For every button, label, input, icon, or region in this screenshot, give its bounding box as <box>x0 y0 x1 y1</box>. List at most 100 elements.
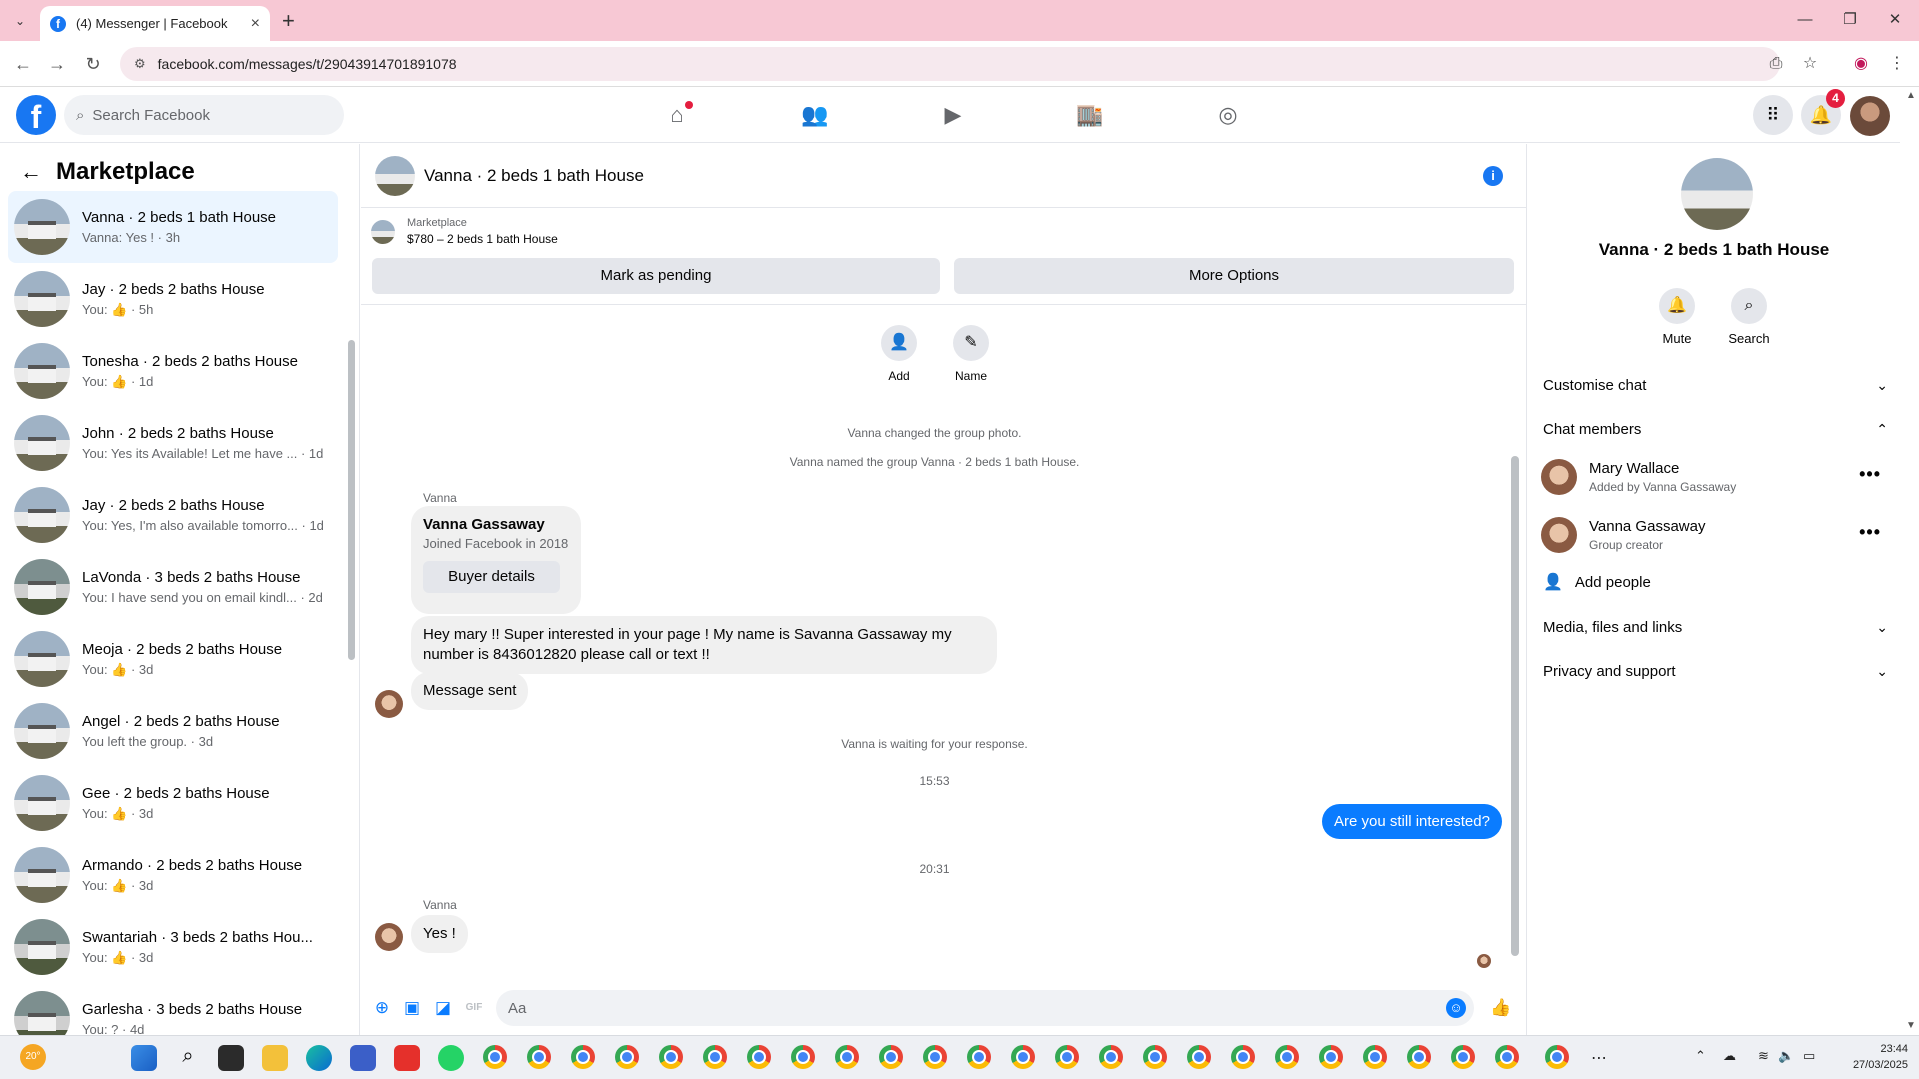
task-view-icon[interactable] <box>218 1045 244 1071</box>
conversation-item[interactable]: LaVonda · 3 beds 2 baths House You: I ha… <box>8 551 338 623</box>
account-avatar[interactable] <box>1850 96 1890 136</box>
tab-search-icon[interactable]: ⌄ <box>8 9 32 33</box>
conversation-item[interactable]: Angel · 2 beds 2 baths House You left th… <box>8 695 338 767</box>
media-files-links-row[interactable]: Media, files and links ⌄ <box>1543 609 1888 645</box>
edge-icon[interactable] <box>306 1045 332 1071</box>
chrome-icon[interactable] <box>703 1045 727 1069</box>
conversation-item[interactable]: Gee · 2 beds 2 baths House You: 👍 · 3d <box>8 767 338 839</box>
install-app-icon[interactable]: ⎙ <box>1763 51 1789 77</box>
member-row[interactable]: Mary Wallace Added by Vanna Gassaway ••• <box>1541 454 1891 500</box>
chrome-icon[interactable] <box>747 1045 771 1069</box>
chrome-icon[interactable] <box>923 1045 947 1069</box>
back-arrow-icon[interactable]: ← <box>10 51 36 77</box>
page-scroll-down-icon[interactable]: ▼ <box>1906 1020 1916 1031</box>
wifi-icon[interactable]: ≋ <box>1758 1048 1769 1064</box>
file-explorer-icon[interactable] <box>262 1045 288 1071</box>
add-people-button[interactable]: 👤 Add people <box>1543 572 1651 592</box>
info-icon[interactable]: i <box>1483 166 1503 186</box>
conversation-item[interactable]: John · 2 beds 2 baths House You: Yes its… <box>8 407 338 479</box>
chrome-icon[interactable] <box>967 1045 991 1069</box>
customise-chat-row[interactable]: Customise chat ⌄ <box>1543 367 1888 403</box>
conversation-item[interactable]: Jay · 2 beds 2 baths House You: Yes, I'm… <box>8 479 338 551</box>
bookmark-star-icon[interactable]: ☆ <box>1797 51 1823 77</box>
restore-button[interactable]: ❐ <box>1830 6 1870 34</box>
emoji-icon[interactable]: ☺ <box>1446 998 1466 1018</box>
notifications-bell-icon[interactable]: 🔔 4 <box>1801 89 1845 135</box>
onedrive-cloud-icon[interactable]: ☁ <box>1723 1048 1736 1064</box>
conversation-item[interactable]: Jay · 2 beds 2 baths House You: 👍 · 5h <box>8 263 338 335</box>
facebook-search-input[interactable] <box>92 106 313 124</box>
privacy-support-row[interactable]: Privacy and support ⌄ <box>1543 653 1888 689</box>
chrome-icon[interactable] <box>1187 1045 1211 1069</box>
chrome-icon[interactable] <box>1363 1045 1387 1069</box>
member-row[interactable]: Vanna Gassaway Group creator ••• <box>1541 512 1891 558</box>
browser-menu-icon[interactable]: ⋮ <box>1884 51 1910 77</box>
new-tab-button[interactable]: + <box>282 8 295 34</box>
name-button[interactable]: ✎ Name <box>941 325 1001 383</box>
weather-widget[interactable]: 20° <box>20 1044 46 1070</box>
image-icon[interactable]: ▣ <box>401 997 423 1019</box>
chat-avatar[interactable] <box>375 156 415 196</box>
mute-button[interactable]: 🔔 Mute <box>1647 288 1707 346</box>
chrome-icon[interactable] <box>1055 1045 1079 1069</box>
conversation-item[interactable]: Swantariah · 3 beds 2 baths Hou... You: … <box>8 911 338 983</box>
tray-chevron-up-icon[interactable]: ⌃ <box>1695 1048 1706 1064</box>
volume-icon[interactable]: 🔈 <box>1778 1048 1794 1064</box>
add-button[interactable]: 👤 Add <box>869 325 929 383</box>
avatar[interactable] <box>375 690 403 718</box>
groups-icon[interactable]: ◎ <box>1210 97 1246 133</box>
chrome-icon[interactable] <box>1407 1045 1431 1069</box>
mark-as-pending-button[interactable]: Mark as pending <box>372 258 940 294</box>
group-avatar[interactable] <box>1681 158 1753 230</box>
conversation-item[interactable]: Vanna · 2 beds 1 bath House Vanna: Yes !… <box>8 191 338 263</box>
buyer-details-button[interactable]: Buyer details <box>423 561 560 593</box>
address-bar[interactable]: ⚙ facebook.com/messages/t/29043914701891… <box>120 47 1780 81</box>
chrome-icon[interactable] <box>615 1045 639 1069</box>
conversation-item[interactable]: Tonesha · 2 beds 2 baths House You: 👍 · … <box>8 335 338 407</box>
chrome-icon[interactable] <box>1275 1045 1299 1069</box>
video-icon[interactable]: ▶ <box>935 97 971 133</box>
back-arrow-icon[interactable]: ← <box>20 159 42 185</box>
whatsapp-icon[interactable] <box>438 1045 464 1071</box>
more-options-button[interactable]: More Options <box>954 258 1514 294</box>
more-apps-icon[interactable]: ⋯ <box>1591 1048 1607 1068</box>
message-bubble[interactable]: Yes ! <box>411 915 468 953</box>
page-scroll-up-icon[interactable]: ▲ <box>1906 90 1916 101</box>
gif-icon[interactable]: GIF <box>463 997 485 1019</box>
marketplace-listing[interactable]: Marketplace $780 – 2 beds 1 bath House <box>371 217 558 246</box>
plus-circle-icon[interactable]: ⊕ <box>371 997 393 1019</box>
forward-arrow-icon[interactable]: → <box>44 51 70 77</box>
reload-icon[interactable]: ↻ <box>80 51 106 77</box>
chrome-icon[interactable] <box>791 1045 815 1069</box>
minimize-button[interactable]: — <box>1785 6 1825 34</box>
chrome-icon[interactable] <box>1319 1045 1343 1069</box>
message-bubble[interactable]: Hey mary !! Super interested in your pag… <box>411 616 997 674</box>
conversation-item[interactable]: Meoja · 2 beds 2 baths House You: 👍 · 3d <box>8 623 338 695</box>
chrome-icon[interactable] <box>1143 1045 1167 1069</box>
message-bubble[interactable]: Message sent <box>411 672 529 710</box>
youtube-music-icon[interactable] <box>394 1045 420 1071</box>
chrome-icon[interactable] <box>659 1045 683 1069</box>
profile-icon[interactable]: ◉ <box>1848 51 1874 77</box>
menu-grid-icon[interactable]: ⠿ <box>1753 95 1793 135</box>
close-window-button[interactable]: ✕ <box>1875 6 1915 34</box>
facebook-search[interactable]: ⌕ <box>64 95 344 135</box>
chrome-icon[interactable] <box>1545 1045 1569 1069</box>
chrome-icon[interactable] <box>571 1045 595 1069</box>
chrome-icon[interactable] <box>1495 1045 1519 1069</box>
windows-start-icon[interactable] <box>131 1045 157 1071</box>
conversation-item[interactable]: Armando · 2 beds 2 baths House You: 👍 · … <box>8 839 338 911</box>
store-icon[interactable] <box>350 1045 376 1071</box>
clock[interactable]: 23:44 27/03/2025 <box>1840 1041 1908 1073</box>
conversation-item[interactable]: Garlesha · 3 beds 2 baths House You: ? ·… <box>8 983 338 1035</box>
tab-close-icon[interactable]: × <box>251 15 260 33</box>
outgoing-message-bubble[interactable]: Are you still interested? <box>1322 804 1502 839</box>
battery-icon[interactable]: ▭ <box>1803 1048 1815 1064</box>
chat-members-row[interactable]: Chat members ⌃ <box>1543 411 1888 447</box>
more-options-icon[interactable]: ••• <box>1859 522 1881 543</box>
marketplace-icon[interactable]: 🏬 <box>1072 97 1108 133</box>
search-icon[interactable]: ⌕ <box>175 1045 201 1071</box>
chat-scrollbar[interactable] <box>1511 456 1519 956</box>
browser-tab[interactable]: f (4) Messenger | Facebook × <box>40 6 270 41</box>
conversation-list-scrollbar[interactable] <box>348 340 355 660</box>
